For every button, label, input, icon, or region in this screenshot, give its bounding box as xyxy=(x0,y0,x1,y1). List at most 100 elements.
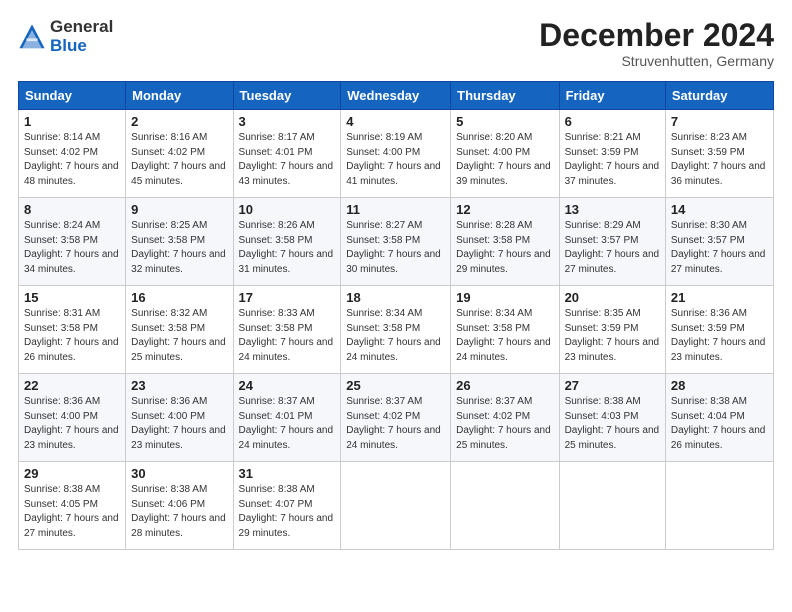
col-header-tuesday: Tuesday xyxy=(233,82,341,110)
table-row: 4 Sunrise: 8:19 AMSunset: 4:00 PMDaylight… xyxy=(341,110,451,198)
day-info: Sunrise: 8:38 AMSunset: 4:04 PMDaylight:… xyxy=(671,396,766,451)
table-row: 19Sunrise: 8:34 AMSunset: 3:58 PMDayligh… xyxy=(451,286,559,374)
table-row: 16 Sunrise: 8:32 AMSunset: 3:58 PMDayligh… xyxy=(126,286,233,374)
day-info: Sunrise: 8:24 AMSunset: 3:58 PMDaylight:… xyxy=(24,220,119,275)
day-info: Sunrise: 8:30 AMSunset: 3:57 PMDaylight:… xyxy=(671,220,766,275)
table-row xyxy=(559,462,665,550)
location: Struvenhutten, Germany xyxy=(539,53,774,69)
day-number: 29 xyxy=(24,466,120,481)
day-number: 14 xyxy=(671,202,768,217)
day-info: Sunrise: 8:38 AMSunset: 4:06 PMDaylight:… xyxy=(131,484,226,539)
table-row: 23 Sunrise: 8:36 AMSunset: 4:00 PMDayligh… xyxy=(126,374,233,462)
logo-blue: Blue xyxy=(50,37,113,56)
day-number: 11 xyxy=(346,202,445,217)
day-number: 15 xyxy=(24,290,120,305)
calendar-week-1: 1 Sunrise: 8:14 AMSunset: 4:02 PMDaylight… xyxy=(19,110,774,198)
table-row: 28 Sunrise: 8:38 AMSunset: 4:04 PMDayligh… xyxy=(665,374,773,462)
day-info: Sunrise: 8:21 AMSunset: 3:59 PMDaylight:… xyxy=(565,132,660,187)
table-row: 5 Sunrise: 8:20 AMSunset: 4:00 PMDaylight… xyxy=(451,110,559,198)
table-row: 25 Sunrise: 8:37 AMSunset: 4:02 PMDayligh… xyxy=(341,374,451,462)
day-number: 1 xyxy=(24,114,120,129)
day-info: Sunrise: 8:31 AMSunset: 3:58 PMDaylight:… xyxy=(24,308,119,363)
calendar-week-4: 22 Sunrise: 8:36 AMSunset: 4:00 PMDayligh… xyxy=(19,374,774,462)
day-info: Sunrise: 8:14 AMSunset: 4:02 PMDaylight:… xyxy=(24,132,119,187)
logo-general: General xyxy=(50,18,113,37)
table-row: 24 Sunrise: 8:37 AMSunset: 4:01 PMDayligh… xyxy=(233,374,341,462)
col-header-thursday: Thursday xyxy=(451,82,559,110)
table-row xyxy=(665,462,773,550)
day-number: 30 xyxy=(131,466,227,481)
day-number: 2 xyxy=(131,114,227,129)
col-header-saturday: Saturday xyxy=(665,82,773,110)
table-row xyxy=(451,462,559,550)
day-info: Sunrise: 8:36 AMSunset: 4:00 PMDaylight:… xyxy=(24,396,119,451)
header: General Blue December 2024 Struvenhutten… xyxy=(18,18,774,69)
day-info: Sunrise: 8:34 AMSunset: 3:58 PMDaylight:… xyxy=(456,308,551,363)
day-number: 26 xyxy=(456,378,553,393)
table-row: 13 Sunrise: 8:29 AMSunset: 3:57 PMDayligh… xyxy=(559,198,665,286)
table-row: 18Sunrise: 8:34 AMSunset: 3:58 PMDayligh… xyxy=(341,286,451,374)
table-row: 14 Sunrise: 8:30 AMSunset: 3:57 PMDayligh… xyxy=(665,198,773,286)
page: General Blue December 2024 Struvenhutten… xyxy=(0,0,792,612)
day-number: 6 xyxy=(565,114,660,129)
col-header-wednesday: Wednesday xyxy=(341,82,451,110)
day-number: 16 xyxy=(131,290,227,305)
day-info: Sunrise: 8:28 AMSunset: 3:58 PMDaylight:… xyxy=(456,220,551,275)
day-number: 12 xyxy=(456,202,553,217)
table-row xyxy=(341,462,451,550)
day-number: 13 xyxy=(565,202,660,217)
day-info: Sunrise: 8:32 AMSunset: 3:58 PMDaylight:… xyxy=(131,308,226,363)
day-info: Sunrise: 8:38 AMSunset: 4:03 PMDaylight:… xyxy=(565,396,660,451)
day-number: 27 xyxy=(565,378,660,393)
day-number: 18 xyxy=(346,290,445,305)
table-row: 15 Sunrise: 8:31 AMSunset: 3:58 PMDayligh… xyxy=(19,286,126,374)
day-number: 23 xyxy=(131,378,227,393)
logo-icon xyxy=(18,23,46,51)
day-number: 28 xyxy=(671,378,768,393)
day-info: Sunrise: 8:37 AMSunset: 4:02 PMDaylight:… xyxy=(456,396,551,451)
day-number: 31 xyxy=(239,466,336,481)
day-number: 10 xyxy=(239,202,336,217)
day-info: Sunrise: 8:27 AMSunset: 3:58 PMDaylight:… xyxy=(346,220,441,275)
day-number: 7 xyxy=(671,114,768,129)
day-number: 20 xyxy=(565,290,660,305)
table-row: 31 Sunrise: 8:38 AMSunset: 4:07 PMDayligh… xyxy=(233,462,341,550)
col-header-friday: Friday xyxy=(559,82,665,110)
day-info: Sunrise: 8:29 AMSunset: 3:57 PMDaylight:… xyxy=(565,220,660,275)
calendar-week-2: 8Sunrise: 8:24 AMSunset: 3:58 PMDaylight… xyxy=(19,198,774,286)
day-info: Sunrise: 8:25 AMSunset: 3:58 PMDaylight:… xyxy=(131,220,226,275)
day-number: 4 xyxy=(346,114,445,129)
table-row: 17 Sunrise: 8:33 AMSunset: 3:58 PMDayligh… xyxy=(233,286,341,374)
table-row: 2 Sunrise: 8:16 AMSunset: 4:02 PMDaylight… xyxy=(126,110,233,198)
logo: General Blue xyxy=(18,18,113,55)
table-row: 27 Sunrise: 8:38 AMSunset: 4:03 PMDayligh… xyxy=(559,374,665,462)
logo-text: General Blue xyxy=(50,18,113,55)
day-info: Sunrise: 8:20 AMSunset: 4:00 PMDaylight:… xyxy=(456,132,551,187)
table-row: 7 Sunrise: 8:23 AMSunset: 3:59 PMDaylight… xyxy=(665,110,773,198)
month-title: December 2024 xyxy=(539,18,774,53)
calendar-header-row: SundayMondayTuesdayWednesdayThursdayFrid… xyxy=(19,82,774,110)
day-number: 17 xyxy=(239,290,336,305)
table-row: 12 Sunrise: 8:28 AMSunset: 3:58 PMDayligh… xyxy=(451,198,559,286)
calendar: SundayMondayTuesdayWednesdayThursdayFrid… xyxy=(18,81,774,550)
day-info: Sunrise: 8:17 AMSunset: 4:01 PMDaylight:… xyxy=(239,132,334,187)
table-row: 20Sunrise: 8:35 AMSunset: 3:59 PMDayligh… xyxy=(559,286,665,374)
day-info: Sunrise: 8:16 AMSunset: 4:02 PMDaylight:… xyxy=(131,132,226,187)
day-info: Sunrise: 8:36 AMSunset: 4:00 PMDaylight:… xyxy=(131,396,226,451)
day-info: Sunrise: 8:38 AMSunset: 4:07 PMDaylight:… xyxy=(239,484,334,539)
table-row: 10Sunrise: 8:26 AMSunset: 3:58 PMDayligh… xyxy=(233,198,341,286)
title-area: December 2024 Struvenhutten, Germany xyxy=(539,18,774,69)
day-number: 25 xyxy=(346,378,445,393)
table-row: 29Sunrise: 8:38 AMSunset: 4:05 PMDayligh… xyxy=(19,462,126,550)
day-info: Sunrise: 8:19 AMSunset: 4:00 PMDaylight:… xyxy=(346,132,441,187)
table-row: 11 Sunrise: 8:27 AMSunset: 3:58 PMDayligh… xyxy=(341,198,451,286)
day-number: 5 xyxy=(456,114,553,129)
day-number: 22 xyxy=(24,378,120,393)
calendar-week-5: 29Sunrise: 8:38 AMSunset: 4:05 PMDayligh… xyxy=(19,462,774,550)
day-info: Sunrise: 8:23 AMSunset: 3:59 PMDaylight:… xyxy=(671,132,766,187)
day-info: Sunrise: 8:37 AMSunset: 4:02 PMDaylight:… xyxy=(346,396,441,451)
table-row: 21Sunrise: 8:36 AMSunset: 3:59 PMDayligh… xyxy=(665,286,773,374)
day-info: Sunrise: 8:33 AMSunset: 3:58 PMDaylight:… xyxy=(239,308,334,363)
day-number: 24 xyxy=(239,378,336,393)
day-info: Sunrise: 8:37 AMSunset: 4:01 PMDaylight:… xyxy=(239,396,334,451)
